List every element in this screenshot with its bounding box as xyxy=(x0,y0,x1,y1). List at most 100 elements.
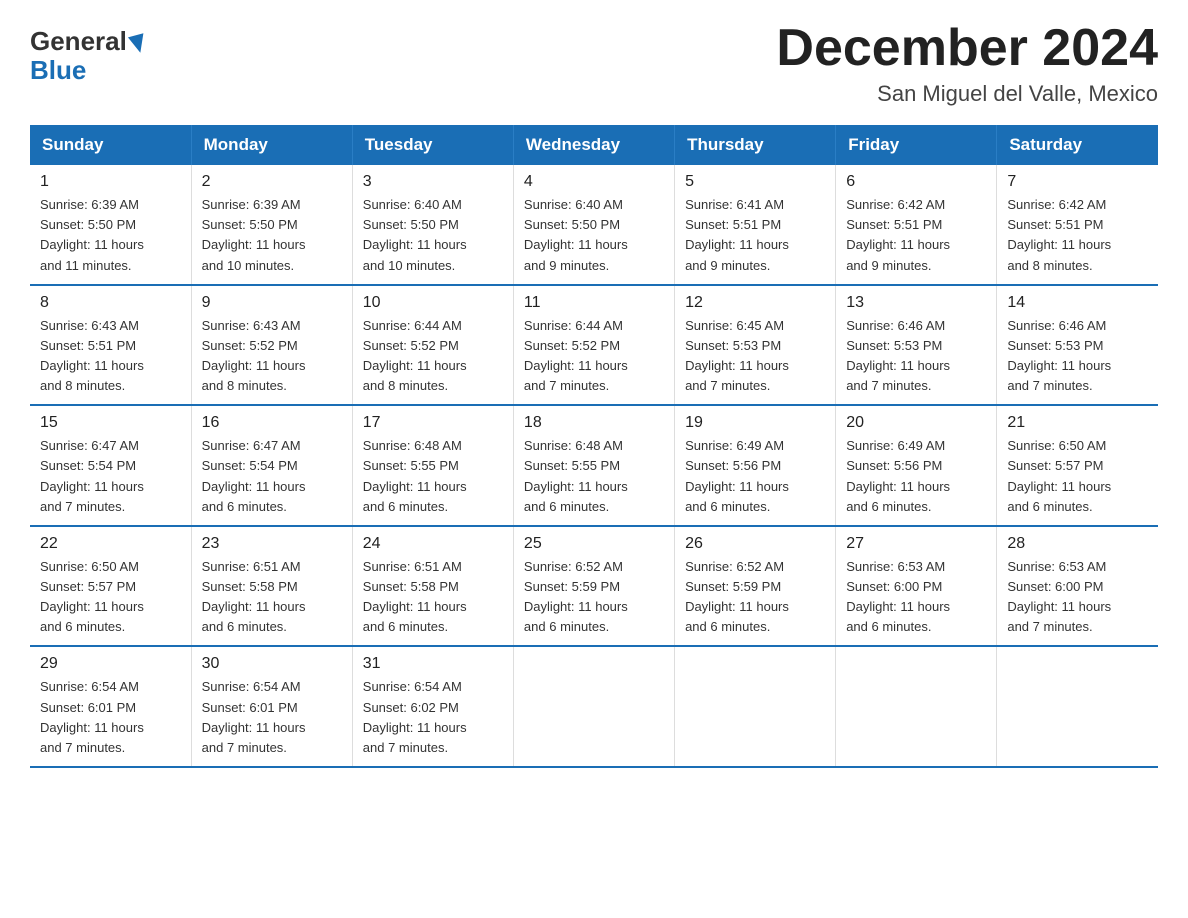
col-header-tuesday: Tuesday xyxy=(352,125,513,165)
col-header-thursday: Thursday xyxy=(675,125,836,165)
page-header: General Blue December 2024 San Miguel de… xyxy=(30,20,1158,107)
col-header-sunday: Sunday xyxy=(30,125,191,165)
day-number: 23 xyxy=(202,535,342,553)
location-subtitle: San Miguel del Valle, Mexico xyxy=(776,81,1158,107)
day-number: 6 xyxy=(846,173,986,191)
day-number: 10 xyxy=(363,294,503,312)
calendar-cell: 14 Sunrise: 6:46 AM Sunset: 5:53 PM Dayl… xyxy=(997,285,1158,406)
calendar-cell: 13 Sunrise: 6:46 AM Sunset: 5:53 PM Dayl… xyxy=(836,285,997,406)
col-header-wednesday: Wednesday xyxy=(513,125,674,165)
day-info: Sunrise: 6:40 AM Sunset: 5:50 PM Dayligh… xyxy=(524,195,664,276)
calendar-cell: 29 Sunrise: 6:54 AM Sunset: 6:01 PM Dayl… xyxy=(30,646,191,767)
day-info: Sunrise: 6:48 AM Sunset: 5:55 PM Dayligh… xyxy=(524,436,664,517)
calendar-cell: 21 Sunrise: 6:50 AM Sunset: 5:57 PM Dayl… xyxy=(997,405,1158,526)
day-number: 24 xyxy=(363,535,503,553)
calendar-table: SundayMondayTuesdayWednesdayThursdayFrid… xyxy=(30,125,1158,768)
day-info: Sunrise: 6:39 AM Sunset: 5:50 PM Dayligh… xyxy=(40,195,181,276)
calendar-cell: 11 Sunrise: 6:44 AM Sunset: 5:52 PM Dayl… xyxy=(513,285,674,406)
calendar-cell: 15 Sunrise: 6:47 AM Sunset: 5:54 PM Dayl… xyxy=(30,405,191,526)
week-row-1: 1 Sunrise: 6:39 AM Sunset: 5:50 PM Dayli… xyxy=(30,165,1158,285)
day-number: 14 xyxy=(1007,294,1148,312)
day-number: 5 xyxy=(685,173,825,191)
day-number: 19 xyxy=(685,414,825,432)
day-info: Sunrise: 6:48 AM Sunset: 5:55 PM Dayligh… xyxy=(363,436,503,517)
day-number: 2 xyxy=(202,173,342,191)
month-year-title: December 2024 xyxy=(776,20,1158,77)
day-info: Sunrise: 6:44 AM Sunset: 5:52 PM Dayligh… xyxy=(524,316,664,397)
day-info: Sunrise: 6:42 AM Sunset: 5:51 PM Dayligh… xyxy=(1007,195,1148,276)
day-number: 18 xyxy=(524,414,664,432)
day-number: 17 xyxy=(363,414,503,432)
calendar-cell xyxy=(675,646,836,767)
calendar-cell: 6 Sunrise: 6:42 AM Sunset: 5:51 PM Dayli… xyxy=(836,165,997,285)
calendar-cell: 16 Sunrise: 6:47 AM Sunset: 5:54 PM Dayl… xyxy=(191,405,352,526)
day-number: 31 xyxy=(363,655,503,673)
calendar-cell: 18 Sunrise: 6:48 AM Sunset: 5:55 PM Dayl… xyxy=(513,405,674,526)
day-info: Sunrise: 6:40 AM Sunset: 5:50 PM Dayligh… xyxy=(363,195,503,276)
day-number: 21 xyxy=(1007,414,1148,432)
day-number: 9 xyxy=(202,294,342,312)
week-row-5: 29 Sunrise: 6:54 AM Sunset: 6:01 PM Dayl… xyxy=(30,646,1158,767)
logo: General Blue xyxy=(30,20,146,86)
title-block: December 2024 San Miguel del Valle, Mexi… xyxy=(776,20,1158,107)
day-number: 22 xyxy=(40,535,181,553)
calendar-cell: 28 Sunrise: 6:53 AM Sunset: 6:00 PM Dayl… xyxy=(997,526,1158,647)
day-info: Sunrise: 6:47 AM Sunset: 5:54 PM Dayligh… xyxy=(40,436,181,517)
calendar-cell: 23 Sunrise: 6:51 AM Sunset: 5:58 PM Dayl… xyxy=(191,526,352,647)
day-number: 28 xyxy=(1007,535,1148,553)
day-number: 29 xyxy=(40,655,181,673)
day-info: Sunrise: 6:44 AM Sunset: 5:52 PM Dayligh… xyxy=(363,316,503,397)
day-info: Sunrise: 6:54 AM Sunset: 6:02 PM Dayligh… xyxy=(363,677,503,758)
day-info: Sunrise: 6:52 AM Sunset: 5:59 PM Dayligh… xyxy=(524,557,664,638)
day-info: Sunrise: 6:53 AM Sunset: 6:00 PM Dayligh… xyxy=(846,557,986,638)
day-info: Sunrise: 6:41 AM Sunset: 5:51 PM Dayligh… xyxy=(685,195,825,276)
day-info: Sunrise: 6:43 AM Sunset: 5:51 PM Dayligh… xyxy=(40,316,181,397)
week-row-2: 8 Sunrise: 6:43 AM Sunset: 5:51 PM Dayli… xyxy=(30,285,1158,406)
day-info: Sunrise: 6:50 AM Sunset: 5:57 PM Dayligh… xyxy=(1007,436,1148,517)
calendar-cell: 26 Sunrise: 6:52 AM Sunset: 5:59 PM Dayl… xyxy=(675,526,836,647)
calendar-cell: 7 Sunrise: 6:42 AM Sunset: 5:51 PM Dayli… xyxy=(997,165,1158,285)
calendar-cell: 19 Sunrise: 6:49 AM Sunset: 5:56 PM Dayl… xyxy=(675,405,836,526)
col-header-friday: Friday xyxy=(836,125,997,165)
day-info: Sunrise: 6:39 AM Sunset: 5:50 PM Dayligh… xyxy=(202,195,342,276)
day-info: Sunrise: 6:51 AM Sunset: 5:58 PM Dayligh… xyxy=(202,557,342,638)
day-number: 30 xyxy=(202,655,342,673)
day-info: Sunrise: 6:53 AM Sunset: 6:00 PM Dayligh… xyxy=(1007,557,1148,638)
day-number: 13 xyxy=(846,294,986,312)
day-number: 27 xyxy=(846,535,986,553)
logo-triangle-icon xyxy=(128,33,148,55)
day-info: Sunrise: 6:51 AM Sunset: 5:58 PM Dayligh… xyxy=(363,557,503,638)
day-number: 7 xyxy=(1007,173,1148,191)
day-info: Sunrise: 6:49 AM Sunset: 5:56 PM Dayligh… xyxy=(846,436,986,517)
calendar-cell: 5 Sunrise: 6:41 AM Sunset: 5:51 PM Dayli… xyxy=(675,165,836,285)
calendar-cell: 12 Sunrise: 6:45 AM Sunset: 5:53 PM Dayl… xyxy=(675,285,836,406)
day-number: 4 xyxy=(524,173,664,191)
calendar-cell xyxy=(997,646,1158,767)
logo-blue: Blue xyxy=(30,55,86,86)
day-number: 11 xyxy=(524,294,664,312)
day-number: 3 xyxy=(363,173,503,191)
day-info: Sunrise: 6:46 AM Sunset: 5:53 PM Dayligh… xyxy=(846,316,986,397)
day-number: 8 xyxy=(40,294,181,312)
calendar-cell: 3 Sunrise: 6:40 AM Sunset: 5:50 PM Dayli… xyxy=(352,165,513,285)
day-info: Sunrise: 6:54 AM Sunset: 6:01 PM Dayligh… xyxy=(40,677,181,758)
calendar-cell: 22 Sunrise: 6:50 AM Sunset: 5:57 PM Dayl… xyxy=(30,526,191,647)
col-header-monday: Monday xyxy=(191,125,352,165)
day-number: 26 xyxy=(685,535,825,553)
day-number: 25 xyxy=(524,535,664,553)
calendar-cell: 2 Sunrise: 6:39 AM Sunset: 5:50 PM Dayli… xyxy=(191,165,352,285)
day-number: 1 xyxy=(40,173,181,191)
day-info: Sunrise: 6:49 AM Sunset: 5:56 PM Dayligh… xyxy=(685,436,825,517)
calendar-cell xyxy=(836,646,997,767)
calendar-cell: 25 Sunrise: 6:52 AM Sunset: 5:59 PM Dayl… xyxy=(513,526,674,647)
calendar-cell: 27 Sunrise: 6:53 AM Sunset: 6:00 PM Dayl… xyxy=(836,526,997,647)
day-info: Sunrise: 6:52 AM Sunset: 5:59 PM Dayligh… xyxy=(685,557,825,638)
week-row-4: 22 Sunrise: 6:50 AM Sunset: 5:57 PM Dayl… xyxy=(30,526,1158,647)
calendar-cell: 17 Sunrise: 6:48 AM Sunset: 5:55 PM Dayl… xyxy=(352,405,513,526)
day-info: Sunrise: 6:42 AM Sunset: 5:51 PM Dayligh… xyxy=(846,195,986,276)
day-info: Sunrise: 6:54 AM Sunset: 6:01 PM Dayligh… xyxy=(202,677,342,758)
calendar-cell: 1 Sunrise: 6:39 AM Sunset: 5:50 PM Dayli… xyxy=(30,165,191,285)
col-header-saturday: Saturday xyxy=(997,125,1158,165)
day-info: Sunrise: 6:46 AM Sunset: 5:53 PM Dayligh… xyxy=(1007,316,1148,397)
day-info: Sunrise: 6:45 AM Sunset: 5:53 PM Dayligh… xyxy=(685,316,825,397)
